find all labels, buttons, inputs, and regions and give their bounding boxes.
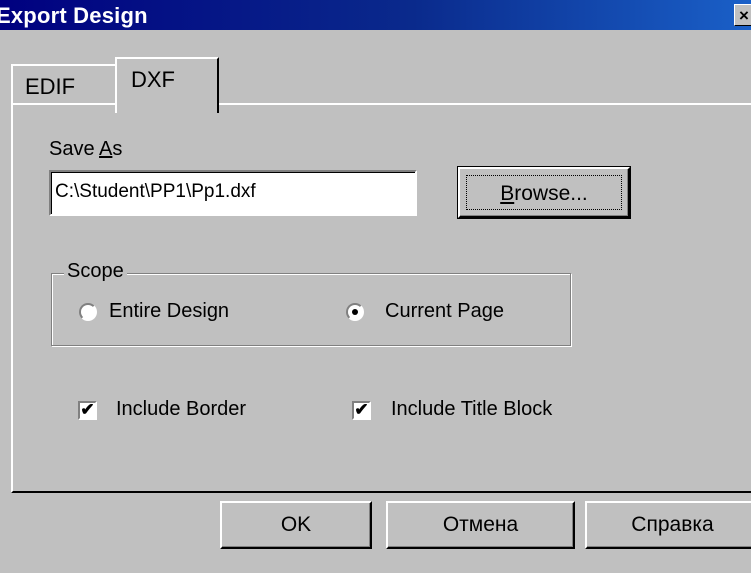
include-border-checkbox[interactable]: ✔ xyxy=(78,401,97,420)
scope-legend: Scope xyxy=(64,260,127,283)
title-bar[interactable]: Export Design × xyxy=(0,0,751,30)
window-title: Export Design xyxy=(0,3,148,28)
radio-selected-dot xyxy=(352,309,358,315)
include-border-label[interactable]: Include Border xyxy=(116,398,246,421)
close-icon: × xyxy=(739,6,749,25)
cancel-button[interactable]: Отмена xyxy=(386,501,575,549)
tab-dxf-label: DXF xyxy=(131,67,175,92)
radio-entire-design[interactable] xyxy=(79,303,97,321)
save-as-input[interactable]: C:\Student\PP1\Pp1.dxf xyxy=(49,170,417,216)
tab-dxf[interactable]: DXF xyxy=(115,57,219,113)
ok-button[interactable]: OK xyxy=(220,501,372,549)
tab-edif[interactable]: EDIF xyxy=(11,64,118,104)
browse-button-label: Browse... xyxy=(466,175,622,210)
browse-button[interactable]: Browse... xyxy=(457,166,631,219)
save-as-label: Save As xyxy=(49,138,123,160)
include-title-block-checkbox[interactable]: ✔ xyxy=(352,401,371,420)
tab-edif-label: EDIF xyxy=(25,74,76,99)
radio-current-page[interactable] xyxy=(346,303,364,321)
close-button[interactable]: × xyxy=(734,4,751,26)
entire-design-label[interactable]: Entire Design xyxy=(109,300,229,323)
checkmark-icon: ✔ xyxy=(354,400,369,419)
checkmark-icon: ✔ xyxy=(80,400,95,419)
help-button[interactable]: Справка xyxy=(585,501,751,549)
include-title-block-label[interactable]: Include Title Block xyxy=(391,398,552,421)
current-page-label[interactable]: Current Page xyxy=(385,300,504,323)
